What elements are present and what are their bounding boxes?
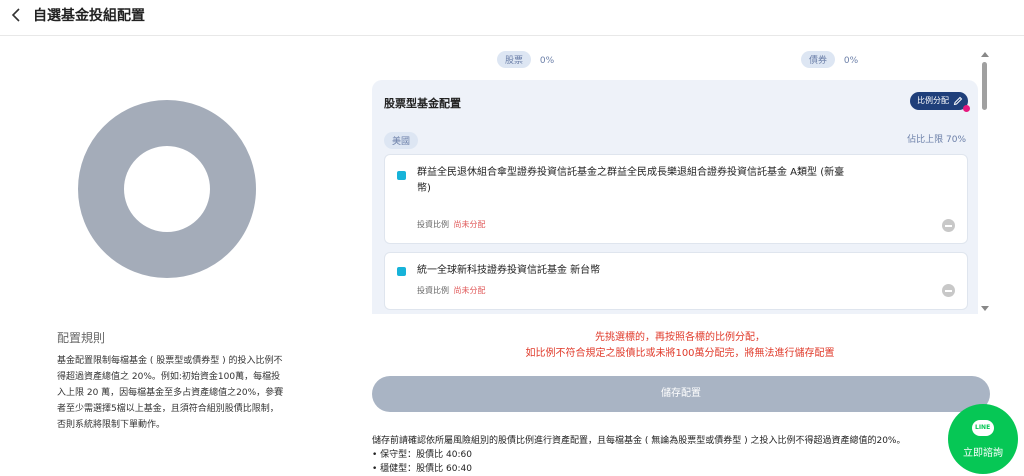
fund-ratio-value: 尚未分配 xyxy=(453,220,486,229)
fund-card: 群益全民退休組合傘型證券投資信託基金之群益全民成長樂退組合證券投資信託基金 A類… xyxy=(384,154,968,244)
warning-line-2: 如比例不符合規定之股債比或未將100萬分配完，將無法進行儲存配置 xyxy=(525,348,835,359)
bond-allocation: 債券 0% xyxy=(801,51,858,69)
page-title: 自選基金投組配置 xyxy=(33,8,145,24)
panel-scrollbar[interactable] xyxy=(981,52,989,314)
fund-card: 統一全球新科技證券投資信託基金 新台幣 投資比例 尚未分配 xyxy=(384,252,968,310)
bond-pill: 債券 xyxy=(801,51,836,68)
allocation-donut-chart: 尚未配置 xyxy=(78,100,256,278)
edit-pencil-icon xyxy=(953,96,963,106)
back-arrow-icon[interactable] xyxy=(8,6,26,24)
rules-text: 基金配置限制每檔基金 ( 股票型或債券型 ) 的投入比例不得超過資產總值之 20… xyxy=(57,356,284,430)
stock-fund-panel: 股票型基金配置 比例分配 美國 佔比上限 70% 群益全民退休組合傘型證券投資信… xyxy=(372,80,978,314)
warning-line-1: 先挑選標的，再按照各標的比例分配， xyxy=(595,332,765,343)
fund-ratio-label: 投資比例 xyxy=(417,220,449,229)
line-consult-button[interactable]: LINE 立即諮詢 xyxy=(948,404,1018,474)
stock-allocation: 股票 0% xyxy=(497,51,554,69)
stock-pill: 股票 xyxy=(497,51,532,68)
ratio-allocation-button[interactable]: 比例分配 xyxy=(910,92,970,112)
fund-ratio-label: 投資比例 xyxy=(417,286,449,295)
scroll-up-arrow-icon[interactable] xyxy=(981,52,989,57)
notes: 儲存前請確認依所屬風險組別的股債比例進行資產配置，且每檔基金 ( 無論為股票型或… xyxy=(372,434,972,476)
line-chat-icon: LINE xyxy=(972,420,994,436)
donut-center-label: 尚未配置 xyxy=(145,182,189,195)
remove-fund-icon[interactable] xyxy=(942,219,955,232)
line-icon-text: LINE xyxy=(975,424,991,431)
fund-ratio: 投資比例 尚未分配 xyxy=(417,285,486,296)
panel-title: 股票型基金配置 xyxy=(384,97,461,110)
notes-item: • 保守型：股債比 40:60 xyxy=(372,450,472,460)
fund-color-marker xyxy=(397,267,406,276)
fund-ratio: 投資比例 尚未分配 xyxy=(417,219,486,230)
fund-ratio-value: 尚未分配 xyxy=(453,286,486,295)
notes-item: • 穩健型：股債比 60:40 xyxy=(372,464,472,474)
ratio-button-label: 比例分配 xyxy=(917,96,949,105)
stock-percent: 0% xyxy=(539,56,555,66)
allocation-cap: 佔比上限 70% xyxy=(907,135,966,145)
region-tag: 美國 xyxy=(384,129,419,149)
page-header: 自選基金投組配置 xyxy=(0,0,1024,36)
line-consult-label: 立即諮詢 xyxy=(963,448,1003,459)
notes-intro: 儲存前請確認依所屬風險組別的股債比例進行資產配置，且每檔基金 ( 無論為股票型或… xyxy=(372,436,906,446)
scroll-thumb[interactable] xyxy=(982,62,987,110)
bond-percent: 0% xyxy=(843,56,859,66)
rules-title: 配置規則 xyxy=(57,331,106,345)
fund-color-marker xyxy=(397,171,406,180)
remove-fund-icon[interactable] xyxy=(942,284,955,297)
fund-name: 統一全球新科技證券投資信託基金 新台幣 xyxy=(417,265,601,276)
region-pill: 美國 xyxy=(384,132,419,149)
scroll-down-arrow-icon[interactable] xyxy=(981,306,989,311)
save-allocation-button[interactable]: 儲存配置 xyxy=(372,376,990,412)
fund-name: 群益全民退休組合傘型證券投資信託基金之群益全民成長樂退組合證券投資信託基金 A類… xyxy=(417,167,845,194)
notification-dot xyxy=(963,105,970,112)
